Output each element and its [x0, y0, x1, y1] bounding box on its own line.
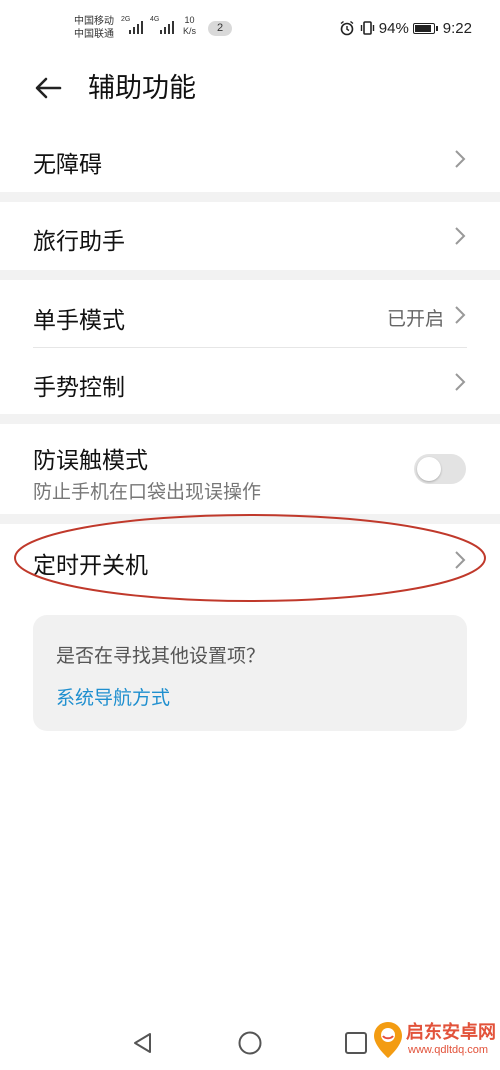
- row-label: 单手模式: [33, 307, 125, 333]
- row-label: 无障碍: [33, 151, 102, 177]
- nav-back-button[interactable]: [130, 1030, 156, 1056]
- back-arrow-icon: [35, 77, 62, 99]
- page-title: 辅助功能: [88, 73, 196, 103]
- chevron-right-icon: [455, 551, 466, 569]
- vibrate-icon: [360, 21, 374, 35]
- section-separator: [0, 270, 500, 280]
- notification-badge: 2: [208, 21, 232, 36]
- carrier-2: 中国联通: [74, 29, 114, 40]
- signal-2-icon: 4G: [150, 16, 176, 36]
- battery-icon: [412, 22, 438, 34]
- speed-value: 10: [184, 15, 195, 25]
- chevron-right-icon: [455, 373, 466, 391]
- toggle-knob: [417, 457, 441, 481]
- network-type-1: 2G: [121, 16, 131, 23]
- watermark-text: 启东安卓网: [406, 1022, 496, 1042]
- signal-1-icon: 2G: [121, 16, 145, 36]
- section-separator: [0, 414, 500, 424]
- row-label: 旅行助手: [33, 228, 125, 254]
- battery-percent: 94%: [378, 19, 409, 37]
- chevron-right-icon: [455, 306, 466, 324]
- suggestion-card: 是否在寻找其他设置项？ 系统导航方式: [33, 615, 467, 731]
- nav-recents-icon: [345, 1032, 367, 1054]
- system-navigation-link[interactable]: 系统导航方式: [56, 683, 170, 710]
- row-label: 防误触模式: [33, 447, 148, 473]
- section-separator: [0, 192, 500, 202]
- chevron-right-icon: [455, 227, 466, 245]
- watermark: 启东安卓网 www.qdltdq.com: [372, 1016, 496, 1066]
- row-scheduled-power[interactable]: 定时开关机: [0, 524, 500, 596]
- row-gesture-control[interactable]: 手势控制: [0, 348, 500, 414]
- watermark-url: www.qdltdq.com: [408, 1044, 489, 1056]
- row-description: 防止手机在口袋出现误操作: [33, 482, 262, 503]
- speed-unit: K/s: [183, 26, 197, 36]
- nav-home-icon: [238, 1031, 262, 1055]
- row-anti-mistouch: 防误触模式 防止手机在口袋出现误操作: [0, 424, 500, 514]
- nav-back-icon: [134, 1033, 151, 1053]
- row-accessibility[interactable]: 无障碍: [0, 126, 500, 192]
- suggestion-question: 是否在寻找其他设置项？: [56, 646, 266, 667]
- status-right: 94% 9:22: [339, 18, 472, 38]
- nav-home-button[interactable]: [237, 1030, 263, 1056]
- watermark-logo-icon: [374, 1022, 402, 1058]
- back-button[interactable]: [32, 72, 66, 104]
- row-value: 已开启: [386, 309, 444, 330]
- row-one-hand-mode[interactable]: 单手模式 已开启: [0, 280, 500, 348]
- carrier-1: 中国移动: [74, 16, 114, 27]
- anti-mistouch-toggle[interactable]: [414, 454, 466, 484]
- network-speed: 10 K/s: [183, 15, 196, 37]
- carrier-names: 中国移动 中国联通: [74, 15, 114, 41]
- alarm-icon: [340, 20, 354, 36]
- section-separator: [0, 514, 500, 524]
- nav-recents-button[interactable]: [344, 1031, 368, 1055]
- status-bar: 中国移动 中国联通 2G 4G 10 K/s 2 94% 9:22: [0, 0, 500, 52]
- app-header: 辅助功能: [0, 60, 500, 116]
- chevron-right-icon: [455, 150, 466, 168]
- clock: 9:22: [442, 19, 472, 37]
- row-travel-assistant[interactable]: 旅行助手: [0, 202, 500, 268]
- network-type-2: 4G: [150, 16, 160, 23]
- row-label: 手势控制: [33, 374, 125, 400]
- row-label: 定时开关机: [33, 552, 148, 578]
